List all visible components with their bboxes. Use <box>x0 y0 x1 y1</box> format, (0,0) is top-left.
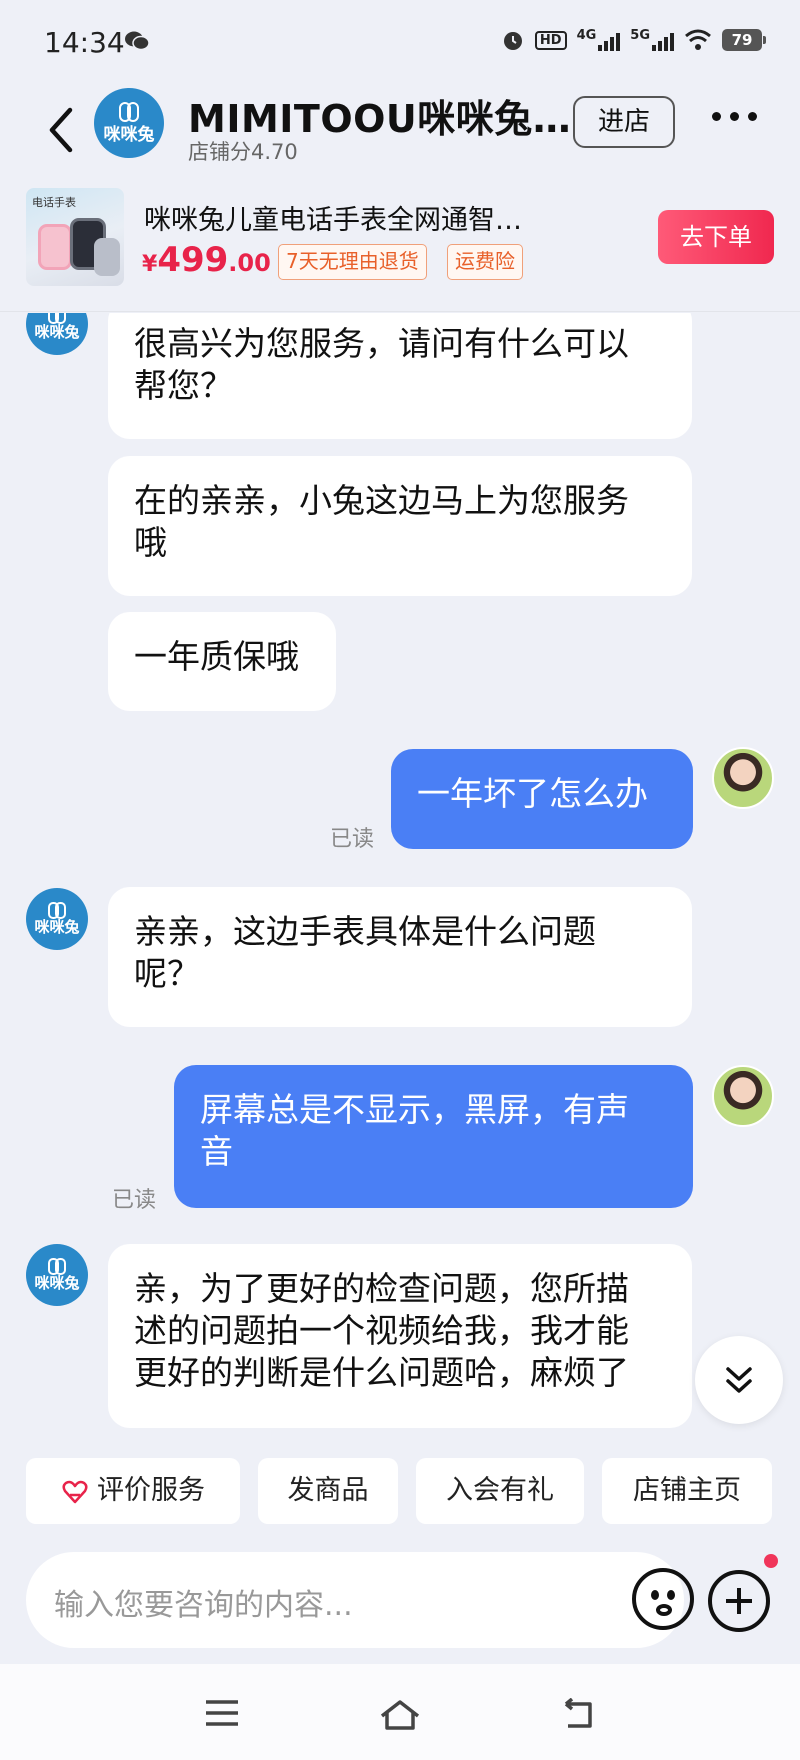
place-order-button[interactable]: 去下单 <box>658 210 774 264</box>
read-receipt: 已读 <box>112 1188 157 1213</box>
shop-message: 在的亲亲，小兔这边马上为您服务 哦 <box>108 456 692 596</box>
hd-indicator: HD <box>534 30 567 50</box>
home-icon[interactable] <box>378 1698 422 1732</box>
heart-icon <box>62 1480 88 1503</box>
rate-service-button[interactable]: 评价服务 <box>26 1458 240 1524</box>
user-message: 屏幕总是不显示，黑屏，有声 音 <box>174 1065 693 1208</box>
shop-message: 一年质保哦 <box>108 612 336 711</box>
return-policy-tag: 7天无理由退货 <box>278 244 427 280</box>
shop-avatar[interactable]: 咪咪兔 <box>26 888 88 950</box>
signal-icon-1: 4G <box>577 29 621 51</box>
user-avatar[interactable] <box>712 1065 774 1127</box>
chevron-double-down-icon <box>726 1367 752 1393</box>
shop-score: 店铺分4.70 <box>188 140 298 164</box>
read-receipt: 已读 <box>330 827 375 852</box>
product-title: 咪咪兔儿童电话手表全网通智… <box>144 205 522 236</box>
menu-icon[interactable] <box>204 1698 240 1728</box>
send-product-button[interactable]: 发商品 <box>258 1458 398 1524</box>
message-input[interactable]: 输入您要咨询的内容... <box>26 1552 694 1648</box>
user-avatar[interactable] <box>712 747 774 809</box>
shipping-insurance-tag: 运费险 <box>447 244 523 280</box>
quick-actions: 评价服务 发商品 入会有礼 店铺主页 <box>0 1458 800 1524</box>
wifi-icon <box>685 29 711 50</box>
shop-header: 咪咪兔 MIMITOOU咪咪兔… 店铺分4.70 进店 <box>0 88 800 180</box>
status-bar: 14:34 HD 4G 5G 79 <box>0 0 800 88</box>
enter-shop-button[interactable]: 进店 <box>573 96 675 148</box>
back-icon[interactable] <box>40 102 84 158</box>
emoji-icon[interactable] <box>632 1568 694 1630</box>
alarm-icon <box>503 32 522 50</box>
membership-gift-button[interactable]: 入会有礼 <box>416 1458 584 1524</box>
chat-area[interactable]: 咪咪兔 很高兴为您服务，请问有什么可以 帮您？ 在的亲亲，小兔这边马上为您服务 … <box>0 313 800 1428</box>
more-icon[interactable] <box>712 112 757 121</box>
back-nav-icon[interactable] <box>560 1698 596 1730</box>
wechat-icon <box>125 31 150 51</box>
battery-indicator: 79 <box>722 29 766 51</box>
product-price: ¥499.00 <box>142 240 271 280</box>
user-message: 一年坏了怎么办 <box>391 749 693 849</box>
shop-home-button[interactable]: 店铺主页 <box>602 1458 772 1524</box>
status-time: 14:34 <box>44 26 125 59</box>
shop-avatar[interactable]: 咪咪兔 <box>26 313 88 355</box>
system-nav-bar <box>0 1664 800 1760</box>
scroll-to-bottom-button[interactable] <box>695 1336 783 1424</box>
shop-message: 很高兴为您服务，请问有什么可以 帮您？ <box>108 313 692 439</box>
message-input-placeholder: 输入您要咨询的内容... <box>54 1588 353 1623</box>
shop-message: 亲亲，这边手表具体是什么问题 呢？ <box>108 887 692 1027</box>
plus-icon[interactable] <box>708 1570 770 1632</box>
product-thumbnail[interactable]: 电话手表 <box>26 188 124 286</box>
product-card[interactable]: 电话手表 咪咪兔儿童电话手表全网通智… ¥499.00 7天无理由退货 运费险 … <box>0 180 800 312</box>
shop-logo[interactable]: 咪咪兔 <box>94 88 164 158</box>
shop-message: 亲，为了更好的检查问题，您所描 述的问题拍一个视频给我，我才能 更好的判断是什么… <box>108 1244 692 1428</box>
notification-dot <box>764 1554 778 1568</box>
shop-avatar[interactable]: 咪咪兔 <box>26 1244 88 1306</box>
shop-name[interactable]: MIMITOOU咪咪兔… <box>188 88 571 143</box>
status-icons: HD 4G 5G 79 <box>501 28 766 52</box>
input-row: 输入您要咨询的内容... <box>0 1552 800 1648</box>
signal-icon-2: 5G <box>630 29 674 51</box>
